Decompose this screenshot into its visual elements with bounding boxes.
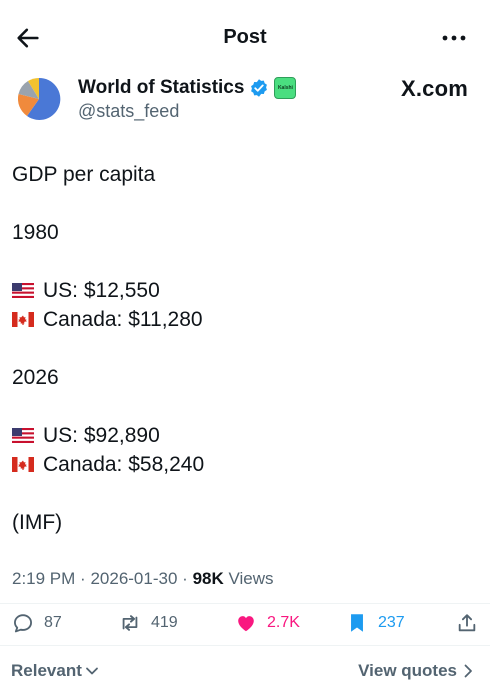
sort-dropdown[interactable]: Relevant bbox=[11, 661, 99, 681]
source-label: X.com bbox=[400, 76, 468, 101]
divider bbox=[0, 645, 490, 646]
author-name[interactable]: World of Statistics bbox=[78, 77, 244, 99]
meta-separator: · bbox=[182, 569, 188, 588]
page-title: Post bbox=[223, 26, 267, 48]
reply-icon bbox=[14, 614, 32, 633]
post-meta: 2:19 PM · 2026-01-30 · 98K Views bbox=[12, 569, 274, 589]
canada-flag-icon bbox=[12, 457, 34, 472]
repost-button[interactable]: 419 bbox=[119, 612, 178, 634]
verified-badge-icon bbox=[251, 79, 268, 97]
share-icon bbox=[458, 614, 476, 632]
post-line-us-2026: US: $92,890 bbox=[12, 421, 478, 450]
top-bar: Post bbox=[0, 0, 490, 76]
views-count[interactable]: 98K bbox=[193, 569, 224, 588]
sort-label: Relevant bbox=[11, 661, 82, 680]
view-quotes-label: View quotes bbox=[358, 661, 457, 680]
canada-flag-icon bbox=[12, 312, 34, 327]
more-icon[interactable] bbox=[440, 26, 468, 50]
post-body: GDP per capita 1980 US: $12,550 Canada: … bbox=[12, 160, 478, 537]
bookmark-button[interactable]: 237 bbox=[346, 612, 405, 634]
us-1980-value: US: $12,550 bbox=[43, 279, 160, 302]
like-count: 2.7K bbox=[267, 614, 300, 631]
post-time[interactable]: 2:19 PM bbox=[12, 569, 75, 588]
action-bar: 87 419 2.7K 237 bbox=[0, 604, 490, 644]
chevron-right-icon bbox=[464, 664, 472, 678]
post-line-canada-2026: Canada: $58,240 bbox=[12, 450, 478, 479]
meta-separator: · bbox=[80, 569, 86, 588]
post-year-2026: 2026 bbox=[12, 366, 59, 389]
author-name-row[interactable]: World of Statistics Kalshi bbox=[78, 77, 297, 99]
canada-1980-value: Canada: $11,280 bbox=[43, 308, 203, 331]
post-title-line: GDP per capita bbox=[12, 163, 156, 186]
post-line-canada-1980: Canada: $11,280 bbox=[12, 305, 478, 334]
canada-2026-value: Canada: $58,240 bbox=[43, 453, 205, 476]
views-label: Views bbox=[228, 569, 274, 588]
share-button[interactable] bbox=[456, 612, 488, 634]
post-source: (IMF) bbox=[12, 511, 63, 534]
repost-count: 419 bbox=[151, 614, 178, 631]
bookmark-count: 237 bbox=[378, 614, 405, 631]
affiliate-badge[interactable]: Kalshi bbox=[274, 77, 297, 99]
post-year-1980: 1980 bbox=[12, 221, 59, 244]
pie-chart-avatar-icon bbox=[14, 74, 64, 124]
reply-count: 87 bbox=[44, 614, 62, 631]
post-date[interactable]: 2026-01-30 bbox=[90, 569, 177, 588]
bookmark-icon bbox=[351, 614, 363, 632]
us-flag-icon bbox=[12, 428, 34, 443]
chevron-down-icon bbox=[85, 667, 98, 675]
us-flag-icon bbox=[12, 283, 34, 298]
post-line-us-1980: US: $12,550 bbox=[12, 276, 478, 305]
like-button[interactable]: 2.7K bbox=[235, 612, 300, 634]
repost-icon bbox=[122, 615, 138, 631]
avatar[interactable] bbox=[14, 74, 64, 124]
author-handle[interactable]: @stats_feed bbox=[78, 101, 179, 122]
reply-button[interactable]: 87 bbox=[12, 612, 62, 634]
us-2026-value: US: $92,890 bbox=[43, 424, 160, 447]
view-quotes-link[interactable]: View quotes bbox=[358, 661, 474, 681]
heart-icon bbox=[238, 616, 254, 632]
